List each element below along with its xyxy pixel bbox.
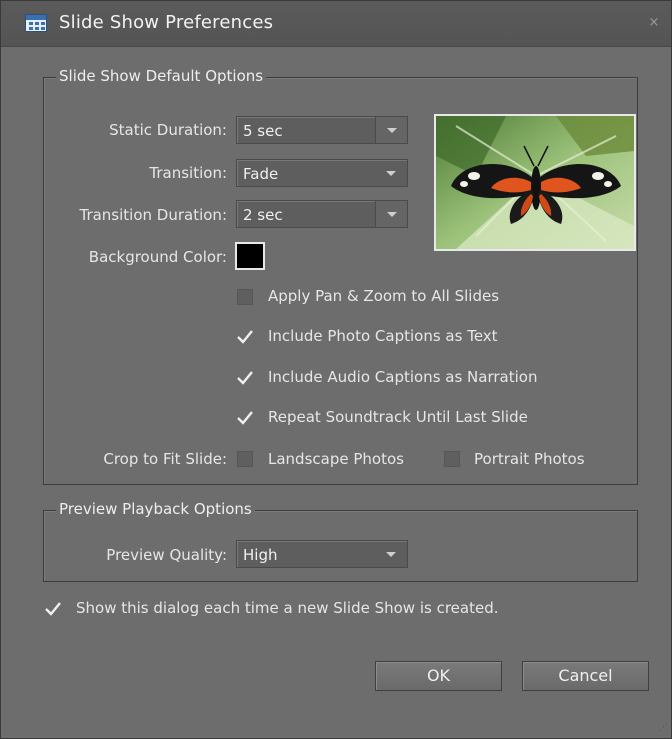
dialog-title: Slide Show Preferences <box>59 12 274 33</box>
default-options-group-label: Slide Show Default Options <box>56 67 267 85</box>
show-dialog-checkmark-icon[interactable] <box>44 600 62 618</box>
landscape-photos-label: Landscape Photos <box>268 450 404 468</box>
transition-dropdown-button[interactable] <box>375 160 407 186</box>
show-dialog-label: Show this dialog each time a new Slide S… <box>76 599 499 617</box>
audio-captions-checkmark-icon[interactable] <box>236 369 254 387</box>
background-color-label: Background Color: <box>88 248 227 266</box>
static-duration-label: Static Duration: <box>109 121 227 139</box>
background-color-swatch[interactable] <box>235 242 265 270</box>
resize-grip-icon[interactable]: ⋰ <box>659 723 668 733</box>
preview-quality-value: High <box>243 546 278 564</box>
slideshow-app-icon <box>25 14 47 32</box>
static-duration-dropdown[interactable]: 5 sec <box>236 116 408 144</box>
static-duration-value: 5 sec <box>243 122 283 140</box>
slide-preview-image <box>434 114 636 251</box>
transition-duration-value: 2 sec <box>243 206 283 224</box>
ok-button[interactable]: OK <box>375 661 502 691</box>
photo-captions-checkmark-icon[interactable] <box>236 328 254 346</box>
close-icon[interactable]: × <box>647 16 661 30</box>
transition-label: Transition: <box>149 164 227 182</box>
repeat-soundtrack-checkmark-icon[interactable] <box>236 409 254 427</box>
preview-quality-dropdown[interactable]: High <box>236 540 408 568</box>
chevron-down-icon <box>387 212 397 217</box>
slide-show-preferences-dialog: Slide Show Preferences × Slide Show Defa… <box>0 0 672 739</box>
preview-options-group-label: Preview Playback Options <box>56 500 255 518</box>
chevron-down-icon <box>386 552 396 557</box>
pan-zoom-checkbox[interactable] <box>237 289 253 305</box>
audio-captions-label: Include Audio Captions as Narration <box>268 368 538 386</box>
cancel-button[interactable]: Cancel <box>522 661 649 691</box>
portrait-photos-label: Portrait Photos <box>474 450 585 468</box>
chevron-down-icon <box>387 128 397 133</box>
transition-duration-dropdown-button[interactable] <box>375 201 407 227</box>
repeat-soundtrack-label: Repeat Soundtrack Until Last Slide <box>268 408 528 426</box>
crop-to-fit-label: Crop to Fit Slide: <box>103 450 227 468</box>
transition-value: Fade <box>243 165 279 183</box>
transition-duration-dropdown[interactable]: 2 sec <box>236 200 408 228</box>
chevron-down-icon <box>386 171 396 176</box>
preview-quality-dropdown-button[interactable] <box>375 541 407 567</box>
transition-duration-label: Transition Duration: <box>79 206 227 224</box>
portrait-photos-checkbox[interactable] <box>444 451 460 467</box>
static-duration-dropdown-button[interactable] <box>375 117 407 143</box>
photo-captions-label: Include Photo Captions as Text <box>268 327 498 345</box>
pan-zoom-label: Apply Pan & Zoom to All Slides <box>268 287 500 305</box>
transition-dropdown[interactable]: Fade <box>236 159 408 187</box>
preview-quality-label: Preview Quality: <box>106 546 227 564</box>
title-bar[interactable]: Slide Show Preferences × <box>1 1 671 47</box>
landscape-photos-checkbox[interactable] <box>237 451 253 467</box>
